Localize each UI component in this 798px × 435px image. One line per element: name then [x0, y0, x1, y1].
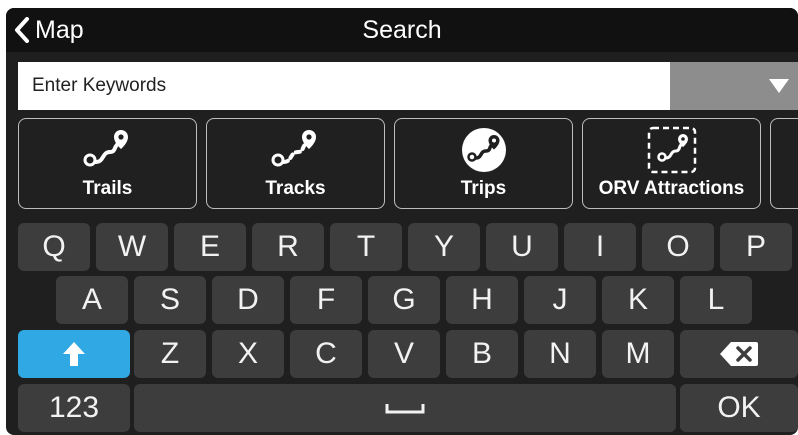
- ok-key[interactable]: OK: [680, 384, 798, 432]
- key-m[interactable]: M: [602, 330, 674, 378]
- key-e[interactable]: E: [174, 223, 246, 271]
- key-t[interactable]: T: [330, 223, 402, 271]
- key-i[interactable]: I: [564, 223, 636, 271]
- triangle-down-icon: [769, 79, 789, 93]
- trips-icon: [461, 128, 506, 172]
- key-b[interactable]: B: [446, 330, 518, 378]
- category-trails-label: Trails: [82, 178, 133, 199]
- key-y[interactable]: Y: [408, 223, 480, 271]
- tracks-icon: [271, 130, 316, 167]
- key-p[interactable]: P: [720, 223, 792, 271]
- key-x[interactable]: X: [212, 330, 284, 378]
- key-g[interactable]: G: [368, 276, 440, 324]
- key-d[interactable]: D: [212, 276, 284, 324]
- key-s[interactable]: S: [134, 276, 206, 324]
- key-c[interactable]: C: [290, 330, 362, 378]
- search-input[interactable]: [18, 62, 670, 110]
- search-dropdown-button[interactable]: [670, 62, 798, 110]
- category-more-button[interactable]: [770, 118, 798, 209]
- key-r[interactable]: R: [252, 223, 324, 271]
- key-u[interactable]: U: [486, 223, 558, 271]
- key-l[interactable]: L: [680, 276, 752, 324]
- page-title: Search: [362, 16, 442, 44]
- search-screen: Map Search Trails T: [6, 8, 798, 435]
- category-trips-label: Trips: [460, 178, 507, 199]
- shift-key[interactable]: [18, 330, 130, 378]
- key-w[interactable]: W: [96, 223, 168, 271]
- key-v[interactable]: V: [368, 330, 440, 378]
- chevron-left-icon: [15, 17, 29, 43]
- orv-attractions-icon: [647, 126, 696, 174]
- key-f[interactable]: F: [290, 276, 362, 324]
- key-j[interactable]: J: [524, 276, 596, 324]
- trails-icon: [83, 130, 128, 167]
- back-button-label: Map: [35, 15, 84, 44]
- space-bar-icon: [385, 404, 425, 414]
- back-to-map-button[interactable]: Map: [14, 8, 84, 52]
- category-tracks-button[interactable]: Tracks: [206, 118, 385, 209]
- category-trips-button[interactable]: Trips: [394, 118, 573, 209]
- key-n[interactable]: N: [524, 330, 596, 378]
- category-orv-attractions-label: ORV Attractions: [598, 178, 745, 199]
- shift-arrow-icon: [63, 342, 85, 366]
- key-a[interactable]: A: [56, 276, 128, 324]
- key-o[interactable]: O: [642, 223, 714, 271]
- backspace-icon: [720, 342, 758, 366]
- numbers-key[interactable]: 123: [18, 384, 130, 432]
- space-key[interactable]: [134, 384, 676, 432]
- category-tracks-label: Tracks: [265, 178, 326, 199]
- key-k[interactable]: K: [602, 276, 674, 324]
- key-h[interactable]: H: [446, 276, 518, 324]
- backspace-key[interactable]: [680, 330, 798, 378]
- header-bar: Map Search: [6, 8, 798, 52]
- category-orv-attractions-button[interactable]: ORV Attractions: [582, 118, 761, 209]
- key-q[interactable]: Q: [18, 223, 90, 271]
- category-trails-button[interactable]: Trails: [18, 118, 197, 209]
- key-z[interactable]: Z: [134, 330, 206, 378]
